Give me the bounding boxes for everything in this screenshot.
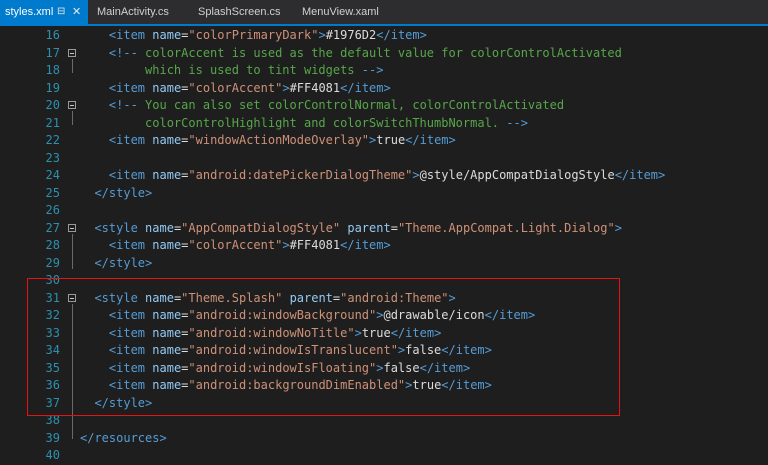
line-number: 29 (45, 255, 60, 270)
tab-label: SplashScreen.cs (198, 6, 281, 18)
collapse-icon[interactable] (68, 101, 76, 109)
code-line[interactable]: 24 <item name="android:datePickerDialogT… (0, 167, 768, 185)
line-number: 16 (45, 28, 60, 42)
code-text: <item name="android:datePickerDialogThem… (108, 168, 666, 182)
pin-icon[interactable]: ⊟ (57, 0, 65, 24)
code-line[interactable]: 27 <style name="AppCompatDialogStyle" pa… (0, 220, 768, 238)
line-number: 20 (45, 98, 60, 112)
code-text: which is used to tint widgets --> (80, 63, 384, 77)
code-line[interactable]: 25 </style> (0, 185, 768, 203)
code-text: <!-- colorAccent is used as the default … (108, 45, 622, 60)
code-line[interactable]: 16 <item name="colorPrimaryDark">#1976D2… (0, 27, 768, 45)
code-line[interactable]: 19 <item name="colorAccent">#FF4081</ite… (0, 80, 768, 98)
line-number: 27 (45, 220, 60, 235)
line-number: 24 (45, 168, 60, 182)
code-text: <item name="colorAccent">#FF4081</item> (108, 80, 391, 95)
document-tab-bar: styles.xml ⊟ ✕ MainActivity.cs SplashScr… (0, 0, 768, 24)
code-text: <item name="windowActionModeOverlay">tru… (108, 133, 456, 147)
tab-label: styles.xml (5, 6, 54, 18)
code-line[interactable]: 18 which is used to tint widgets --> (0, 62, 768, 80)
tab-label: MenuView.xaml (302, 6, 379, 18)
line-number: 17 (45, 45, 60, 60)
collapse-icon[interactable] (68, 48, 76, 57)
line-number: 28 (45, 238, 60, 252)
code-line[interactable]: 20 <!-- You can also set colorControlNor… (0, 97, 768, 115)
code-line[interactable]: 26 (0, 202, 768, 220)
code-text: <item name="colorPrimaryDark">#1976D2</i… (108, 28, 427, 42)
tab-splashscreen-cs[interactable]: SplashScreen.cs (198, 0, 281, 24)
line-number: 19 (45, 80, 60, 95)
code-line[interactable]: 23 (0, 150, 768, 168)
tab-label: MainActivity.cs (97, 6, 169, 18)
code-text: </style> (94, 185, 153, 200)
code-line[interactable]: 39 </resources> (0, 430, 768, 448)
code-line[interactable]: 29 </style> (0, 255, 768, 273)
code-text: <!-- You can also set colorControlNormal… (108, 98, 565, 112)
tab-menuview-xaml[interactable]: MenuView.xaml (302, 0, 379, 24)
active-tab-underline (0, 24, 768, 26)
selection-highlight-box (27, 278, 620, 416)
code-line[interactable]: 40 (0, 447, 768, 465)
line-number: 26 (45, 203, 60, 217)
code-text: <style name="AppCompatDialogStyle" paren… (94, 220, 622, 235)
line-number: 40 (45, 448, 60, 462)
tab-mainactivity-cs[interactable]: MainActivity.cs (97, 0, 169, 24)
line-number: 22 (45, 133, 60, 147)
code-text: </style> (94, 255, 153, 270)
line-number: 18 (45, 63, 60, 77)
code-line[interactable]: 28 <item name="colorAccent">#FF4081</ite… (0, 237, 768, 255)
tab-styles-xml[interactable]: styles.xml ⊟ ✕ (0, 0, 88, 24)
collapse-icon[interactable] (68, 223, 76, 232)
code-text: colorControlHighlight and colorSwitchThu… (80, 115, 528, 130)
code-line[interactable]: 21 colorControlHighlight and colorSwitch… (0, 115, 768, 133)
close-icon[interactable]: ✕ (72, 0, 81, 24)
code-text: <item name="colorAccent">#FF4081</item> (108, 238, 391, 252)
line-number: 25 (45, 185, 60, 200)
line-number: 23 (45, 150, 60, 165)
line-number: 39 (45, 430, 60, 445)
code-line[interactable]: 17 <!-- colorAccent is used as the defau… (0, 45, 768, 63)
line-number: 21 (45, 115, 60, 130)
code-text: </resources> (80, 430, 167, 445)
code-line[interactable]: 22 <item name="windowActionModeOverlay">… (0, 132, 768, 150)
